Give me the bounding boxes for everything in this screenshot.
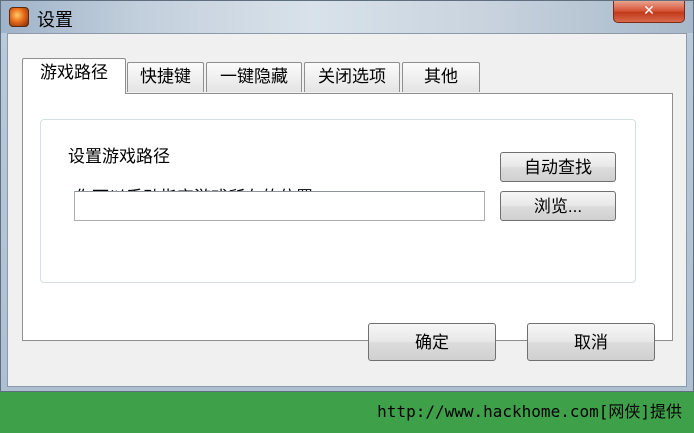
app-icon — [9, 7, 29, 27]
watermark-text: http://www.hackhome.com[网侠]提供 — [377, 402, 682, 421]
tab-label: 游戏路径 — [40, 63, 108, 83]
dialog-client-area: 游戏路径 快捷键 一键隐藏 关闭选项 其他 设置游戏路径 你可以手动指定游戏所在… — [7, 33, 687, 387]
browse-button[interactable]: 浏览... — [500, 191, 616, 221]
groupbox-title: 设置游戏路径 — [62, 142, 176, 167]
title-bar[interactable]: 设置 ✕ — [1, 1, 693, 33]
cancel-button[interactable]: 取消 — [527, 323, 655, 361]
close-button[interactable]: ✕ — [613, 1, 685, 23]
auto-find-button[interactable]: 自动查找 — [500, 152, 616, 182]
game-path-input[interactable] — [74, 191, 485, 221]
tab-hotkeys[interactable]: 快捷键 — [127, 62, 204, 92]
settings-window: 设置 ✕ 游戏路径 快捷键 一键隐藏 关闭选项 其他 设置游戏路径 你可以手动指… — [0, 0, 694, 392]
tab-close-options[interactable]: 关闭选项 — [304, 62, 400, 92]
close-icon: ✕ — [643, 3, 655, 19]
tab-label: 关闭选项 — [318, 67, 386, 87]
tab-one-key-hide[interactable]: 一键隐藏 — [206, 62, 302, 92]
tab-label: 一键隐藏 — [220, 67, 288, 87]
tab-label: 其他 — [424, 67, 458, 87]
tab-game-path[interactable]: 游戏路径 — [22, 58, 126, 94]
tab-label: 快捷键 — [140, 67, 191, 87]
tab-other[interactable]: 其他 — [402, 62, 480, 92]
watermark-bar: http://www.hackhome.com[网侠]提供 — [0, 392, 694, 433]
window-title: 设置 — [37, 10, 73, 31]
ok-button[interactable]: 确定 — [368, 323, 496, 361]
